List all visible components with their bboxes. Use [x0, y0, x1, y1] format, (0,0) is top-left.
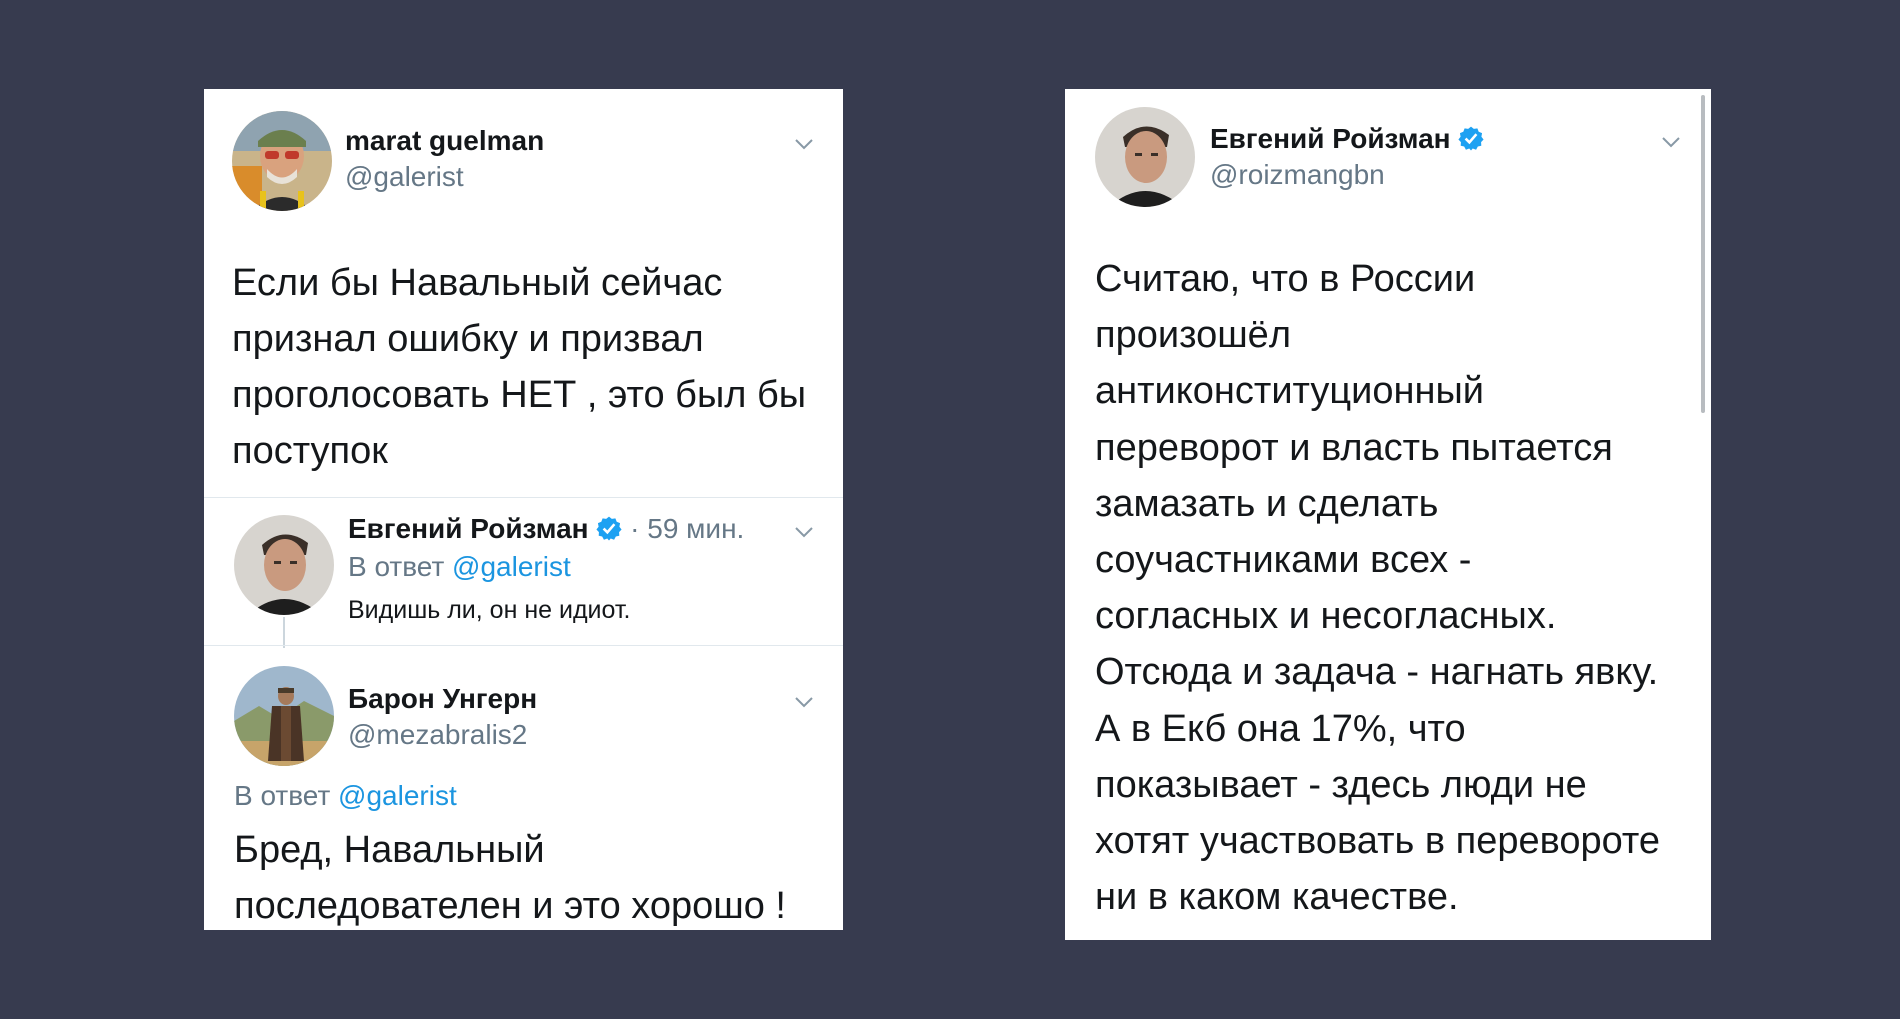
- tweet-text-line: соучастниками всех -: [1095, 539, 1472, 582]
- tweet-text-line: антиконституционный: [1095, 370, 1485, 413]
- avatar-roizman[interactable]: [1095, 107, 1195, 207]
- reply-context: В ответ @galerist: [234, 780, 457, 812]
- tweet-text-line: ни в каком качестве.: [1095, 876, 1459, 919]
- tweet-text-line: замазать и сделать: [1095, 482, 1439, 525]
- reply-prefix: В ответ: [348, 551, 445, 582]
- author-name[interactable]: marat guelman: [345, 125, 544, 157]
- tweet-text-line: хотят участвовать в перевороте: [1095, 820, 1661, 863]
- tweet-time[interactable]: · 59 мин.: [630, 513, 744, 544]
- author-name[interactable]: Евгений Ройзман: [1210, 123, 1484, 155]
- scrollbar[interactable]: [1701, 95, 1705, 413]
- thread-connector: [283, 617, 285, 648]
- reply-prefix: В ответ: [234, 780, 331, 811]
- reply-context: В ответ @galerist: [348, 551, 571, 583]
- tweet-text-line: произошёл: [1095, 314, 1291, 357]
- verified-badge-icon: [596, 516, 622, 541]
- tweet-text-line: Отсюда и задача - нагнать явку.: [1095, 651, 1659, 694]
- tweet-text: Если бы Навальный сейчас признал ошибку …: [232, 255, 806, 479]
- chevron-down-icon[interactable]: [793, 695, 815, 709]
- reply-to-link[interactable]: @galerist: [452, 551, 571, 582]
- reply-text-line: Бред, Навальный: [234, 829, 545, 871]
- reply-text: Видишь ли, он не идиот.: [348, 596, 631, 624]
- tweet-text-line: согласных и несогласных.: [1095, 595, 1557, 638]
- author-name-text: Евгений Ройзман: [348, 513, 589, 544]
- reply-to-link[interactable]: @galerist: [338, 780, 457, 811]
- chevron-down-icon[interactable]: [793, 137, 815, 151]
- author-name-text: Евгений Ройзман: [1210, 123, 1451, 154]
- tweet-text-line: показывает - здесь люди не: [1095, 763, 1587, 806]
- author-handle[interactable]: @galerist: [345, 161, 464, 193]
- tweet-thread-card: marat guelman @galerist Если бы Навальны…: [204, 89, 843, 930]
- tweet-text-line: А в Екб она 17%, что: [1095, 707, 1466, 750]
- author-handle[interactable]: @mezabralis2: [348, 719, 527, 751]
- avatar-baron-ungern[interactable]: [234, 666, 334, 766]
- tweet-text: Считаю, что в России произошёл антиконст…: [1095, 251, 1660, 925]
- tweet-text-line: признал ошибку и призвал: [232, 318, 704, 360]
- divider: [204, 645, 843, 646]
- tweet-text-line: проголосовать НЕТ , это был бы: [232, 374, 807, 416]
- tweet-text-line: Если бы Навальный сейчас: [232, 262, 723, 304]
- tweet-text-line: Считаю, что в России: [1095, 258, 1476, 300]
- verified-badge-icon: [1458, 126, 1484, 151]
- author-handle[interactable]: @roizmangbn: [1210, 159, 1385, 191]
- reply-text: Бред, Навальный последователен и это хор…: [234, 822, 786, 930]
- tweet-text-line: переворот и власть пытается: [1095, 426, 1613, 469]
- chevron-down-icon[interactable]: [1660, 135, 1682, 149]
- author-name[interactable]: Евгений Ройзман · 59 мин.: [348, 513, 744, 545]
- divider: [204, 497, 843, 498]
- avatar-roizman[interactable]: [234, 515, 334, 615]
- reply-text-line: последователен и это хорошо !: [234, 885, 786, 927]
- tweet-card: Евгений Ройзман @roizmangbn Считаю, что …: [1065, 89, 1711, 940]
- author-name[interactable]: Барон Унгерн: [348, 683, 537, 715]
- avatar-marat-guelman[interactable]: [232, 111, 332, 211]
- chevron-down-icon[interactable]: [793, 525, 815, 539]
- tweet-text-line: поступок: [232, 430, 388, 472]
